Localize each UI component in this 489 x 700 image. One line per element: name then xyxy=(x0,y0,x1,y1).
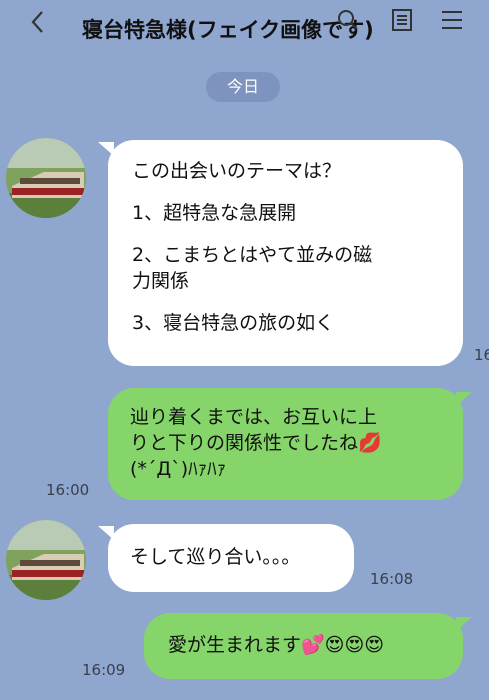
avatar[interactable] xyxy=(6,520,86,600)
chat-header: 寝台特急様(フェイク画像です) xyxy=(0,0,489,55)
message-bubble[interactable]: そして巡り合い。。。 xyxy=(108,524,354,592)
message-line: この出会いのテーマは？ xyxy=(132,160,342,182)
message-line: りと下りの関係性でしたね💋 xyxy=(130,432,382,454)
menu-icon[interactable] xyxy=(438,6,466,34)
message-line: 力関係 xyxy=(132,270,190,292)
message-line: 愛が生まれます💕😍😍😍 xyxy=(168,634,385,656)
message-line: 辿り着くまでは、お互いに上 xyxy=(130,406,378,428)
message-time: 16:00 xyxy=(46,481,90,499)
back-chevron-icon[interactable] xyxy=(24,8,52,36)
message-time: 16:09 xyxy=(82,661,126,679)
message-line: 2、こまちとはやて並みの磁 xyxy=(132,244,373,266)
avatar[interactable] xyxy=(6,138,86,218)
message-time: 16 xyxy=(474,346,489,364)
message-line: 3、寝台特急の旅の如く xyxy=(132,312,335,334)
message-line: (*´Д`)ﾊｧﾊｧ xyxy=(130,458,227,480)
bubble-tail xyxy=(456,617,472,631)
date-separator: 今日 xyxy=(206,72,280,102)
search-icon[interactable] xyxy=(334,6,362,34)
message-bubble[interactable]: この出会いのテーマは？ 1、超特急な急展開 2、こまちとはやて並みの磁 力関係 … xyxy=(108,140,463,366)
message-bubble[interactable]: 辿り着くまでは、お互いに上 りと下りの関係性でしたね💋 (*´Д`)ﾊｧﾊｧ xyxy=(108,388,463,500)
message-bubble[interactable]: 愛が生まれます💕😍😍😍 xyxy=(144,613,463,679)
message-line: そして巡り合い。。。 xyxy=(130,546,301,568)
message-line: 1、超特急な急展開 xyxy=(132,202,297,224)
notes-icon[interactable] xyxy=(388,6,416,34)
bubble-tail xyxy=(456,392,472,406)
message-time: 16:08 xyxy=(370,570,414,588)
